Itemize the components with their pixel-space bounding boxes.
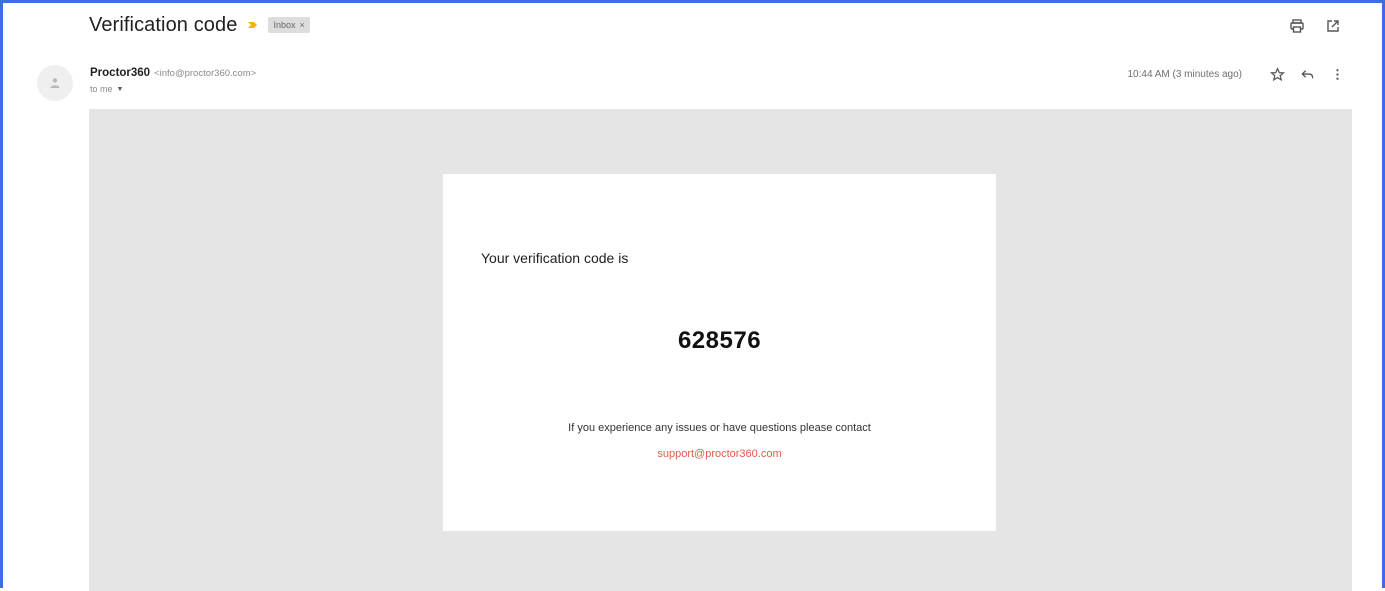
open-in-new-window-icon[interactable]: [1324, 17, 1342, 35]
importance-marker-icon[interactable]: [246, 18, 260, 32]
print-icon[interactable]: [1288, 17, 1306, 35]
support-email-link[interactable]: support@proctor360.com: [443, 448, 996, 460]
verification-intro: Your verification code is: [481, 250, 629, 266]
inbox-label-text: Inbox: [273, 20, 296, 30]
reply-icon[interactable]: [1298, 65, 1316, 83]
star-icon[interactable]: [1268, 65, 1286, 83]
sender-name[interactable]: Proctor360: [90, 67, 150, 79]
recipient-details-toggle[interactable]: to me ▼: [90, 84, 256, 94]
recipient-text: to me: [90, 84, 113, 94]
email-content-card: Your verification code is 628576 If you …: [443, 174, 996, 531]
message-meta: 10:44 AM (3 minutes ago): [1127, 65, 1346, 83]
remove-label-icon[interactable]: ×: [300, 20, 305, 30]
subject-row: Verification code Inbox ×: [89, 12, 310, 38]
default-avatar-icon: [37, 65, 73, 101]
inbox-label-chip[interactable]: Inbox ×: [268, 17, 310, 33]
email-body-canvas: Your verification code is 628576 If you …: [89, 109, 1352, 591]
message-timestamp: 10:44 AM (3 minutes ago): [1127, 68, 1242, 80]
sender-email: <info@proctor360.com>: [154, 68, 257, 79]
verification-code: 628576: [677, 327, 762, 354]
chevron-down-icon[interactable]: ▼: [117, 86, 124, 93]
thread-actions: [1288, 17, 1342, 35]
more-vertical-icon[interactable]: [1328, 65, 1346, 83]
email-view: Verification code Inbox × Proctor360 <in…: [0, 0, 1385, 591]
help-text: If you experience any issues or have que…: [568, 422, 871, 434]
email-subject: Verification code: [89, 13, 238, 36]
sender-info: Proctor360 <info@proctor360.com> to me ▼: [90, 67, 256, 94]
